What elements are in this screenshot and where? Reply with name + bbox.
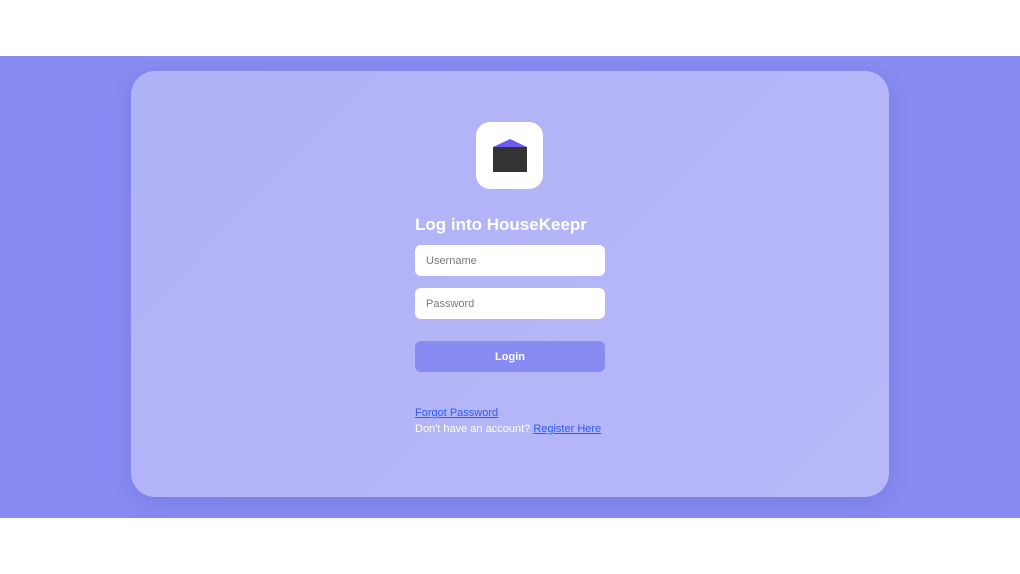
username-input[interactable] (415, 245, 605, 276)
login-button[interactable]: Login (415, 341, 605, 372)
forgot-password-link[interactable]: Forgot Password (415, 407, 498, 419)
page-title: Log into HouseKeepr (415, 215, 587, 234)
house-box-icon (492, 138, 527, 172)
app-logo (476, 122, 543, 189)
auth-links: Forgot Password Don't have an account? R… (415, 405, 601, 437)
register-prompt: Don't have an account? (415, 423, 531, 435)
password-input[interactable] (415, 288, 605, 319)
register-link[interactable]: Register Here (533, 423, 601, 435)
